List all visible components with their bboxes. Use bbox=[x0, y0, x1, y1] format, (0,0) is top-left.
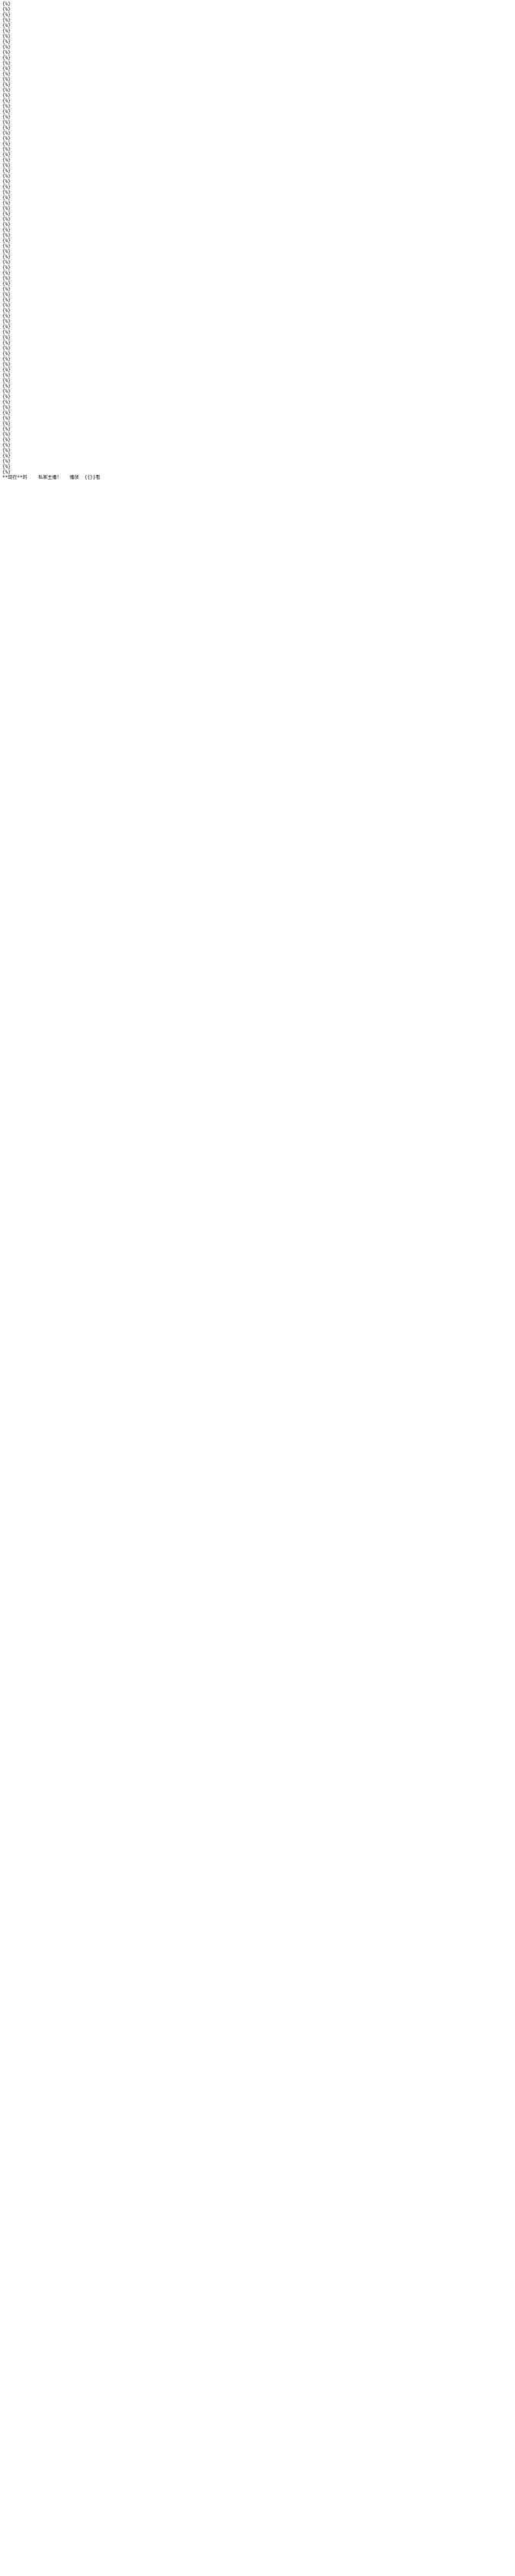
text-line: {%} bbox=[2, 195, 11, 201]
text-line: {%} bbox=[2, 55, 11, 61]
text-line: {%} bbox=[2, 238, 11, 244]
text-line: {%} bbox=[2, 109, 11, 115]
text-line: **现在**的 私家主播！ 播放 {{}}看 bbox=[2, 475, 101, 480]
text-line: {%} bbox=[2, 389, 11, 394]
text-line: {%} bbox=[2, 470, 11, 475]
text-line: {%} bbox=[2, 66, 11, 71]
text-line: {%} bbox=[2, 249, 11, 254]
text-line: {%} bbox=[2, 131, 11, 136]
text-line: {%} bbox=[2, 244, 11, 249]
text-line: {%} bbox=[2, 373, 11, 378]
text-line: {%} bbox=[2, 357, 11, 362]
text-line: {%} bbox=[2, 168, 11, 174]
text-line: {%} bbox=[2, 427, 11, 432]
text-line: {%} bbox=[2, 448, 11, 453]
text-line: {%} bbox=[2, 265, 11, 271]
text-line: {%} bbox=[2, 287, 11, 292]
text-line: {%} bbox=[2, 453, 11, 459]
text-line: {%} bbox=[2, 120, 11, 125]
text-line: {%} bbox=[2, 330, 11, 335]
text-line: {%} bbox=[2, 34, 11, 39]
text-line: {%} bbox=[2, 61, 11, 66]
text-line: {%} bbox=[2, 303, 11, 308]
text-line: {%} bbox=[2, 394, 11, 400]
text-line: {%} bbox=[2, 314, 11, 319]
text-line: {%} bbox=[2, 378, 11, 383]
text-line: {%} bbox=[2, 206, 11, 211]
text-line: {%} bbox=[2, 45, 11, 50]
text-line: {%} bbox=[2, 98, 11, 104]
text-line: {%} bbox=[2, 416, 11, 421]
text-line: {%} bbox=[2, 18, 11, 23]
text-line: {%} bbox=[2, 281, 11, 287]
text-line: {%} bbox=[2, 7, 11, 12]
text-line: {%} bbox=[2, 190, 11, 195]
text-line: {%} bbox=[2, 443, 11, 448]
text-line: {%} bbox=[2, 184, 11, 190]
text-line: {%} bbox=[2, 147, 11, 152]
text-line: {%} bbox=[2, 292, 11, 297]
text-line: {%} bbox=[2, 437, 11, 443]
text-line: {%} bbox=[2, 432, 11, 437]
text-line: {%} bbox=[2, 152, 11, 158]
text-line: {%} bbox=[2, 222, 11, 227]
text-line: {%} bbox=[2, 12, 11, 18]
text-line: {%} bbox=[2, 276, 11, 281]
text-line: {%} bbox=[2, 93, 11, 98]
text-line: {%} bbox=[2, 39, 11, 45]
text-line: {%} bbox=[2, 2, 11, 7]
text-line: {%} bbox=[2, 82, 11, 88]
document-viewport[interactable]: {%} {%} {%} {%} {%} {%} {%} {%} {%} {%} {%} {%} {%}{… bbox=[0, 0, 515, 2576]
text-line: {%} bbox=[2, 28, 11, 34]
text-line: {%} bbox=[2, 346, 11, 351]
text-line: {%} bbox=[2, 115, 11, 120]
text-line: {%} bbox=[2, 308, 11, 314]
text-line: {%} bbox=[2, 319, 11, 324]
text-line: {%} bbox=[2, 125, 11, 131]
text-line: {%} bbox=[2, 77, 11, 82]
text-line: {%} bbox=[2, 136, 11, 141]
text-line: {%} bbox=[2, 335, 11, 340]
text-line: {%} bbox=[2, 362, 11, 367]
text-line: {%} bbox=[2, 179, 11, 184]
text-line: {%} bbox=[2, 324, 11, 330]
text-line: {%} bbox=[2, 383, 11, 389]
text-line: {%} bbox=[2, 217, 11, 222]
text-line: {%} bbox=[2, 71, 11, 77]
text-line: {%} bbox=[2, 141, 11, 147]
text-line: {%} bbox=[2, 367, 11, 373]
text-line: {%} bbox=[2, 158, 11, 163]
text-line: {%} bbox=[2, 405, 11, 410]
text-line: {%} bbox=[2, 233, 11, 238]
text-line: {%} bbox=[2, 271, 11, 276]
text-line: {%} bbox=[2, 351, 11, 357]
text-line: {%} bbox=[2, 297, 11, 303]
text-line: {%} bbox=[2, 211, 11, 217]
text-line: {%} bbox=[2, 340, 11, 346]
text-line: {%} bbox=[2, 88, 11, 93]
text-line: {%} bbox=[2, 163, 11, 168]
text-line: {%} bbox=[2, 400, 11, 405]
text-line: {%} bbox=[2, 260, 11, 265]
text-line: {%} bbox=[2, 104, 11, 109]
text-line: {%} bbox=[2, 50, 11, 55]
text-line: {%} bbox=[2, 464, 11, 470]
text-line: {%} bbox=[2, 459, 11, 464]
text-line: {%} bbox=[2, 23, 11, 28]
text-line: {%} bbox=[2, 201, 11, 206]
text-line: {%} bbox=[2, 410, 11, 416]
text-line: {%} bbox=[2, 254, 11, 260]
text-line: {%} bbox=[2, 421, 11, 427]
text-line: {%} bbox=[2, 227, 11, 233]
text-line: {%} bbox=[2, 174, 11, 179]
